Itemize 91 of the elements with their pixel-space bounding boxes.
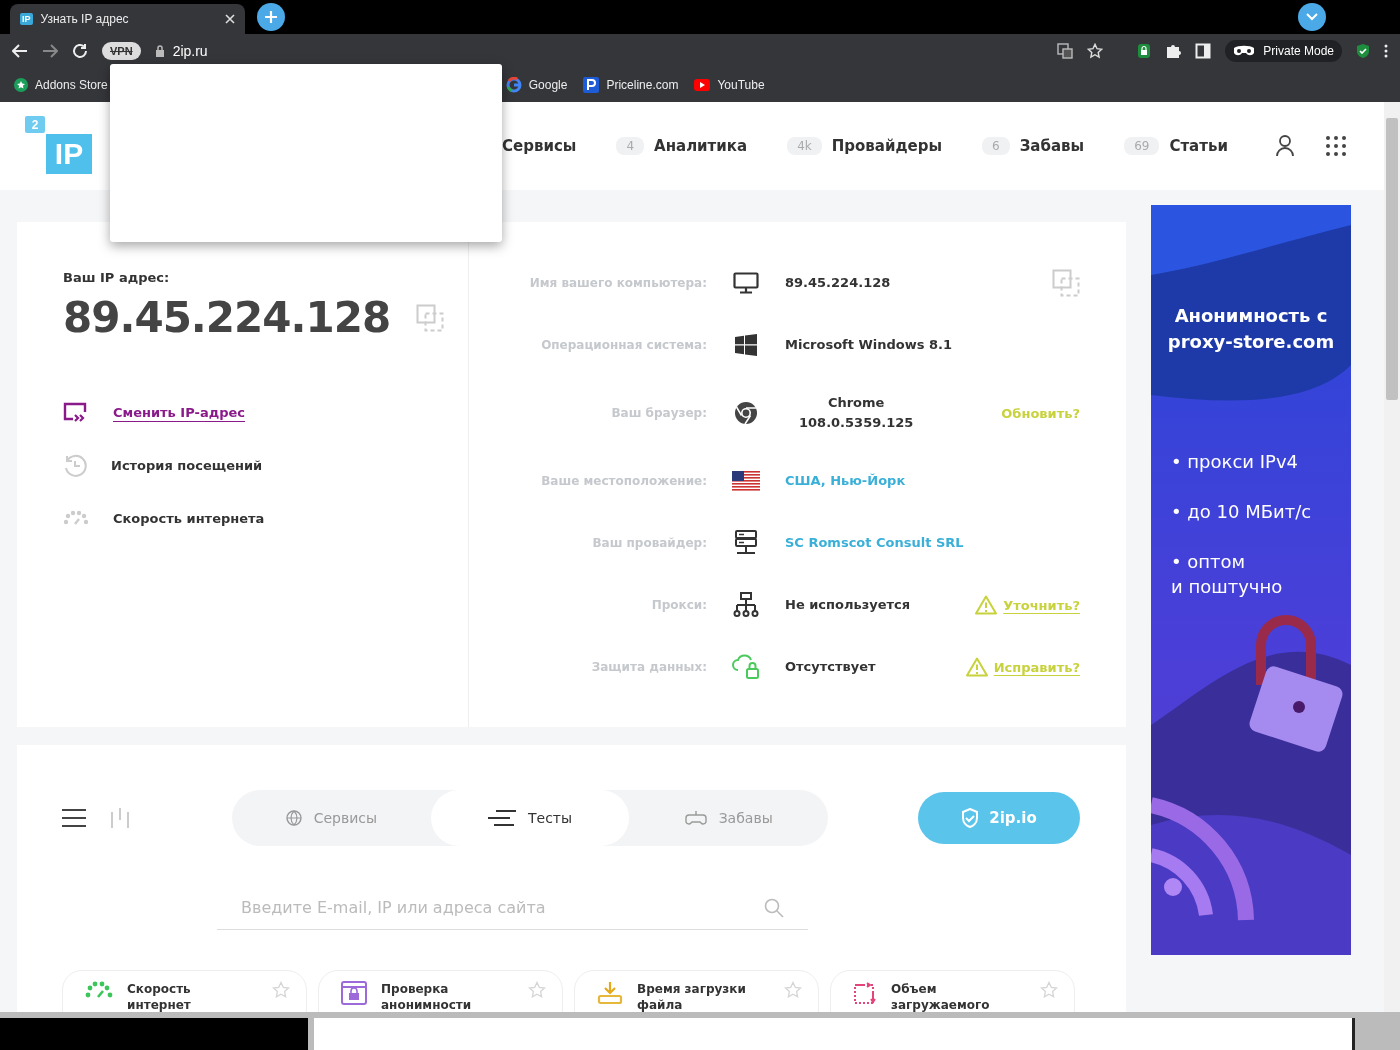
info-label: Защита данных:: [591, 660, 707, 674]
star-icon[interactable]: [272, 981, 290, 999]
browser-tab[interactable]: IP Узнать IP адрес: [10, 4, 245, 34]
apps-grid-icon[interactable]: [1326, 136, 1346, 156]
swap-icon: [63, 401, 89, 424]
nav-link[interactable]: Аналитика: [654, 137, 748, 155]
bookmark[interactable]: Priceline.com: [583, 77, 679, 93]
bookmark[interactable]: Addons Store: [14, 78, 108, 92]
nav-link[interactable]: Забавы: [1019, 137, 1085, 155]
category-tab[interactable]: Тесты: [430, 790, 630, 846]
address-field[interactable]: 2ip.ru: [172, 43, 1044, 59]
bookmark-favicon-icon: [583, 77, 600, 93]
chrome-icon: [734, 401, 758, 425]
warning-icon: [975, 595, 998, 615]
server-icon: [734, 530, 758, 556]
network-icon: [733, 592, 759, 618]
info-label: Операционная система:: [541, 338, 707, 352]
menu-icon[interactable]: [62, 809, 86, 827]
info-label: Ваш браузер:: [611, 406, 707, 420]
bookmark-favicon-icon: [14, 78, 28, 92]
star-icon[interactable]: [1040, 981, 1058, 999]
count-badge: 6: [982, 137, 1010, 155]
count-badge: 4: [616, 137, 645, 155]
tab-search-button[interactable]: [1298, 3, 1326, 31]
puzzle-icon[interactable]: [1165, 43, 1182, 59]
scrollbar[interactable]: [1384, 102, 1400, 1012]
shield-check-icon[interactable]: [1356, 43, 1370, 59]
menu-link[interactable]: Скорость интернета: [113, 511, 265, 526]
count-badge: 69: [1124, 137, 1160, 155]
google-icon: [505, 77, 522, 93]
windows-icon: [735, 334, 757, 356]
nav-link[interactable]: Статьи: [1169, 137, 1228, 155]
close-icon[interactable]: [225, 14, 235, 24]
sidebar-icon[interactable]: [1195, 43, 1212, 59]
chevron-down-icon: [1306, 13, 1318, 21]
forward-icon[interactable]: [42, 44, 58, 58]
count-badge: 4k: [787, 137, 822, 155]
back-icon[interactable]: [12, 44, 28, 58]
copy-icon: [1052, 269, 1080, 297]
private-mode-badge[interactable]: Private Mode: [1225, 40, 1342, 62]
ad-banner[interactable]: Анонимность с proxy-store.com • прокси IPv4 • до 10 МБит/с • оптом и поштучно: [1151, 205, 1351, 955]
new-tab-button[interactable]: [257, 3, 285, 31]
cloud-lock-icon: [732, 654, 760, 680]
ip-address: 89.45.224.128: [63, 293, 391, 342]
info-label: Ваше местоположение:: [541, 474, 707, 488]
ad-bullet: • оптом и поштучно: [1171, 550, 1284, 599]
bookmark[interactable]: Google: [505, 77, 568, 93]
plus-icon: [264, 10, 278, 24]
monitor-icon: [733, 272, 759, 294]
info-value: 89.45.224.128: [785, 274, 892, 292]
lines-icon: [487, 810, 516, 826]
reload-icon[interactable]: [72, 43, 88, 59]
history-icon: [63, 453, 87, 478]
mask-icon: [1233, 45, 1256, 57]
lock-window-icon: [341, 981, 367, 1005]
info-value: Не используется: [785, 596, 912, 614]
ad-bullet: • до 10 МБит/с: [1171, 500, 1313, 524]
info-value: Microsoft Windows 8.1: [785, 336, 954, 354]
globe-icon: [285, 810, 302, 826]
translate-icon[interactable]: [1057, 43, 1074, 59]
search-field[interactable]: Введите E-mail, IP или адреса сайта: [217, 886, 808, 930]
warning-icon: [965, 657, 988, 677]
kebab-menu-icon[interactable]: [1384, 44, 1388, 58]
flag-icon: [732, 471, 760, 491]
nav-link[interactable]: Провайдеры: [831, 137, 943, 155]
bookmark[interactable]: YouTube: [694, 78, 765, 92]
nav-link[interactable]: Сервисы: [502, 137, 577, 155]
info-label: Имя вашего компьютера:: [529, 276, 707, 290]
copy-icon: [416, 303, 445, 332]
ad-bullet: • прокси IPv4: [1171, 450, 1299, 474]
info-value: Chrome 108.0.5359.125: [799, 394, 914, 432]
user-icon[interactable]: [1276, 135, 1294, 157]
ip-label: Ваш IP адрес:: [63, 270, 171, 285]
vpn-badge[interactable]: VPN: [102, 42, 141, 60]
ad-headline: Анонимность с proxy-store.com: [1166, 304, 1336, 354]
tab-favicon: IP: [20, 13, 33, 25]
info-label: Прокси:: [651, 598, 707, 612]
info-label: Ваш провайдер:: [592, 536, 707, 550]
download-icon: [597, 981, 623, 1005]
resize-icon: [853, 981, 877, 1005]
gamepad-icon: [684, 810, 707, 826]
info-value: Отсутствует: [785, 658, 877, 676]
star-icon[interactable]: [528, 981, 546, 999]
lock-icon: [154, 45, 165, 57]
star-icon[interactable]: [784, 981, 802, 999]
shield-icon: [961, 808, 980, 828]
star-icon[interactable]: [1087, 43, 1104, 59]
extension-lock-icon[interactable]: [1137, 43, 1152, 59]
play-icon: [694, 79, 711, 91]
menu-link[interactable]: История посещений: [111, 458, 263, 473]
change-ip-link[interactable]: Сменить IP-адрес: [113, 405, 245, 420]
